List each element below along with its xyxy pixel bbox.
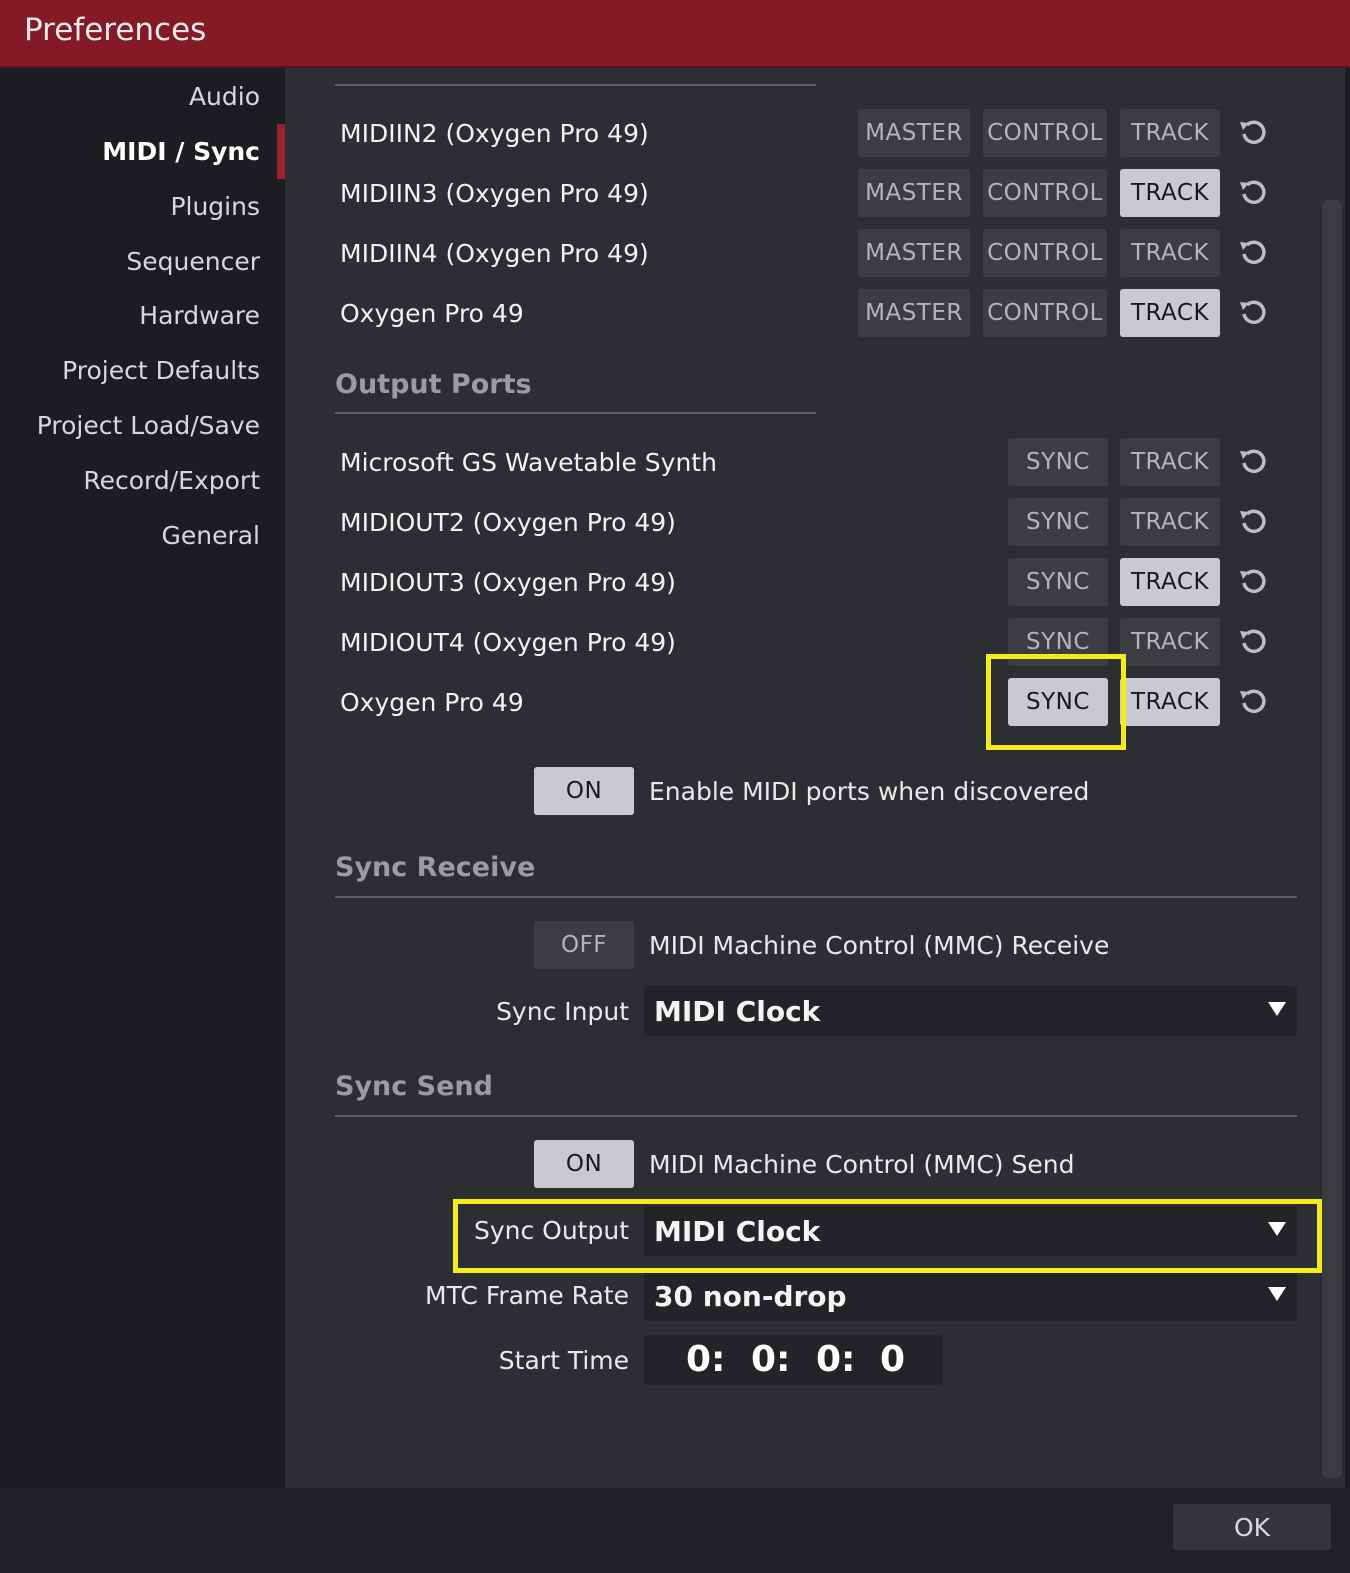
track-button[interactable]: TRACK (1120, 498, 1220, 546)
control-button[interactable]: CONTROL (983, 229, 1107, 277)
ok-button[interactable]: OK (1173, 1504, 1331, 1550)
input-ports-rule (335, 84, 816, 86)
master-button[interactable]: MASTER (858, 109, 970, 157)
reset-icon[interactable] (1235, 115, 1271, 151)
sync-receive-rule (335, 896, 1297, 898)
window-title: Preferences (24, 12, 207, 48)
master-button[interactable]: MASTER (858, 289, 970, 337)
start-time-minutes[interactable]: 0: (751, 1339, 790, 1380)
reset-icon[interactable] (1235, 295, 1271, 331)
track-button[interactable]: TRACK (1120, 438, 1220, 486)
port-name: MIDIIN2 (Oxygen Pro 49) (340, 119, 649, 148)
sidebar-item-general[interactable]: General (161, 521, 260, 550)
sidebar-item-record-export[interactable]: Record/Export (83, 466, 260, 495)
port-name: MIDIIN4 (Oxygen Pro 49) (340, 239, 649, 268)
track-button[interactable]: TRACK (1120, 558, 1220, 606)
sync-input-label: Sync Input (496, 997, 629, 1026)
start-time-field[interactable]: 0: 0: 0: 0 (644, 1335, 943, 1385)
chevron-down-icon (1268, 1287, 1286, 1301)
output-ports-rule (335, 412, 816, 414)
sidebar-item-hardware[interactable]: Hardware (139, 301, 260, 330)
port-name: Microsoft GS Wavetable Synth (340, 448, 717, 477)
start-time-frames[interactable]: 0 (880, 1339, 905, 1380)
footer-bar (0, 1488, 1350, 1573)
port-name: MIDIOUT2 (Oxygen Pro 49) (340, 508, 676, 537)
chevron-down-icon (1268, 1002, 1286, 1016)
track-button[interactable]: TRACK (1120, 618, 1220, 666)
control-button[interactable]: CONTROL (983, 109, 1107, 157)
port-name: MIDIOUT4 (Oxygen Pro 49) (340, 628, 676, 657)
reset-icon[interactable] (1235, 564, 1271, 600)
title-bar: Preferences (0, 0, 1350, 68)
sync-output-select[interactable]: MIDI Clock (644, 1206, 1297, 1256)
port-name: MIDIIN3 (Oxygen Pro 49) (340, 179, 649, 208)
master-button[interactable]: MASTER (858, 169, 970, 217)
start-time-seconds[interactable]: 0: (816, 1339, 855, 1380)
sidebar-item-project-defaults[interactable]: Project Defaults (62, 356, 260, 385)
sidebar-item-audio[interactable]: Audio (189, 82, 260, 111)
sync-button[interactable]: SYNC (1008, 618, 1108, 666)
port-name: MIDIOUT3 (Oxygen Pro 49) (340, 568, 676, 597)
port-name: Oxygen Pro 49 (340, 299, 524, 328)
sync-button[interactable]: SYNC (1008, 438, 1108, 486)
sync-input-select[interactable]: MIDI Clock (644, 986, 1297, 1036)
main-panel: MIDIIN2 (Oxygen Pro 49) MASTER CONTROL T… (285, 68, 1345, 1488)
control-button[interactable]: CONTROL (983, 289, 1107, 337)
reset-icon[interactable] (1235, 444, 1271, 480)
mmc-receive-label: MIDI Machine Control (MMC) Receive (649, 931, 1110, 960)
sync-button[interactable]: SYNC (1008, 498, 1108, 546)
track-button[interactable]: TRACK (1120, 678, 1220, 726)
sidebar-item-midi-sync[interactable]: MIDI / Sync (102, 137, 260, 166)
control-button[interactable]: CONTROL (983, 169, 1107, 217)
mmc-receive-toggle[interactable]: OFF (534, 921, 634, 969)
output-ports-title: Output Ports (335, 369, 532, 400)
enable-discovered-toggle[interactable]: ON (534, 767, 634, 815)
sync-button[interactable]: SYNC (1008, 678, 1108, 726)
master-button[interactable]: MASTER (858, 229, 970, 277)
track-button[interactable]: TRACK (1120, 109, 1220, 157)
enable-discovered-label: Enable MIDI ports when discovered (649, 777, 1090, 806)
start-time-hours[interactable]: 0: (686, 1339, 725, 1380)
track-button[interactable]: TRACK (1120, 169, 1220, 217)
sidebar-item-plugins[interactable]: Plugins (170, 192, 260, 221)
sidebar-item-project-load-save[interactable]: Project Load/Save (37, 411, 260, 440)
chevron-down-icon (1268, 1222, 1286, 1236)
sync-receive-title: Sync Receive (335, 852, 536, 883)
sync-send-rule (335, 1115, 1297, 1117)
sync-output-label: Sync Output (473, 1216, 629, 1245)
reset-icon[interactable] (1235, 684, 1271, 720)
track-button[interactable]: TRACK (1120, 289, 1220, 337)
sync-button[interactable]: SYNC (1008, 558, 1108, 606)
sync-output-value: MIDI Clock (654, 1215, 821, 1248)
track-button[interactable]: TRACK (1120, 229, 1220, 277)
mmc-send-label: MIDI Machine Control (MMC) Send (649, 1150, 1075, 1179)
start-time-label: Start Time (498, 1346, 629, 1375)
sync-send-title: Sync Send (335, 1071, 493, 1102)
mtc-frame-rate-value: 30 non-drop (654, 1280, 847, 1313)
sidebar-item-sequencer[interactable]: Sequencer (126, 247, 260, 276)
scrollbar[interactable] (1322, 200, 1342, 1478)
mtc-frame-rate-label: MTC Frame Rate (425, 1281, 629, 1310)
reset-icon[interactable] (1235, 235, 1271, 271)
reset-icon[interactable] (1235, 175, 1271, 211)
sidebar: Audio MIDI / Sync Plugins Sequencer Hard… (2, 68, 287, 1488)
mmc-send-toggle[interactable]: ON (534, 1140, 634, 1188)
mtc-frame-rate-select[interactable]: 30 non-drop (644, 1271, 1297, 1321)
reset-icon[interactable] (1235, 624, 1271, 660)
sync-input-value: MIDI Clock (654, 995, 821, 1028)
port-name: Oxygen Pro 49 (340, 688, 524, 717)
reset-icon[interactable] (1235, 504, 1271, 540)
